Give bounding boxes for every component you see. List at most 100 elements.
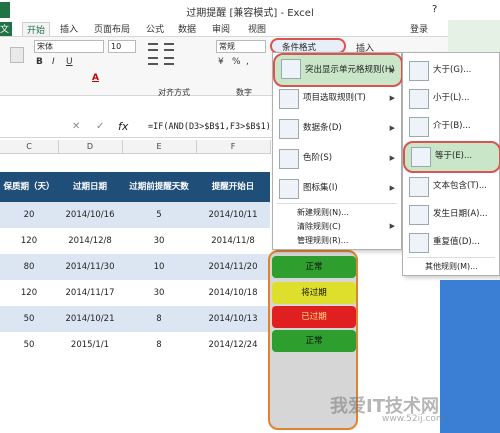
submenu-arrow-icon: ▶ — [389, 124, 395, 132]
currency-button[interactable]: ¥ — [218, 57, 224, 67]
tab-data[interactable]: 数据 — [178, 22, 196, 35]
submenu-item-between[interactable]: 介于(B)... — [403, 113, 499, 139]
table-cell[interactable]: 2014/10/18 — [196, 280, 270, 306]
conditional-formatting-menu: 突出显示单元格规则(H) ▶ 项目选取规则(T) ▶ 数据条(D) ▶ 色阶(S… — [272, 52, 403, 250]
table-cell[interactable]: 2014/10/21 — [58, 306, 122, 332]
table-cell[interactable]: 2014/11/8 — [196, 228, 270, 254]
login-link[interactable]: 登录 — [410, 22, 428, 35]
help-button[interactable]: ? — [432, 4, 437, 15]
submenu-item-less-than[interactable]: 小于(L)... — [403, 85, 499, 111]
submenu-item-equal-to[interactable]: 等于(E)... — [403, 141, 500, 173]
table-cell[interactable]: 20 — [0, 202, 58, 228]
tab-file[interactable]: 文件 — [0, 22, 12, 36]
menu-divider — [407, 257, 495, 258]
comma-button[interactable]: , — [246, 57, 249, 67]
table-cell[interactable]: 10 — [122, 254, 196, 280]
tab-view[interactable]: 视图 — [248, 22, 266, 35]
menu-item-highlight-rules[interactable]: 突出显示单元格规则(H) ▶ — [273, 53, 403, 87]
menu-item-data-bars[interactable]: 数据条(D) ▶ — [273, 115, 401, 141]
font-color-button[interactable]: A — [92, 73, 99, 83]
formula-input[interactable]: =IF(AND(D3>$B$1,F3>$B$1), — [148, 122, 276, 132]
bold-button[interactable]: B — [36, 57, 43, 67]
menu-item-label: 其他规则(M)... — [425, 262, 478, 271]
table-cell[interactable]: 2014/10/16 — [58, 202, 122, 228]
underline-button[interactable]: U — [66, 57, 73, 67]
ribbon-tabs: 文件 开始 插入 页面布局 公式 数据 审阅 视图 登录 — [0, 22, 500, 36]
font-value: 宋体 — [37, 42, 53, 51]
table-cell[interactable]: 30 — [122, 228, 196, 254]
tab-review[interactable]: 审阅 — [212, 22, 230, 35]
side-panel — [448, 20, 500, 52]
submenu-arrow-icon: ▶ — [389, 154, 395, 162]
menu-divider — [277, 203, 397, 204]
submenu-item-text-contains[interactable]: 文本包含(T)... — [403, 173, 499, 199]
cancel-icon[interactable]: ✕ — [72, 121, 80, 132]
table-header: 保质期（天） — [3, 182, 55, 192]
table-cell[interactable]: 2014/10/13 — [196, 306, 270, 332]
menu-item-label: 大于(G)... — [433, 65, 472, 75]
alignment-group-label: 对齐方式 — [158, 88, 190, 97]
menu-item-label: 小于(L)... — [433, 93, 470, 103]
menu-item-icon-sets[interactable]: 图标集(I) ▶ — [273, 175, 401, 201]
status-cell[interactable]: 将过期 — [272, 282, 356, 304]
table-cell[interactable]: 2014/11/17 — [58, 280, 122, 306]
table-cell[interactable]: 2014/12/24 — [196, 332, 270, 358]
table-cell[interactable]: 8 — [122, 332, 196, 358]
status-cell[interactable]: 已过期 — [272, 306, 356, 328]
table-row: 20 2014/10/16 5 2014/10/11 — [0, 202, 270, 228]
table-cell[interactable]: 8 — [122, 306, 196, 332]
table-cell[interactable]: 30 — [122, 280, 196, 306]
enter-icon[interactable]: ✓ — [96, 121, 104, 132]
align-top-icon[interactable] — [148, 43, 158, 51]
submenu-item-greater-than[interactable]: 大于(G)... — [403, 57, 499, 83]
menu-item-label: 项目选取规则(T) — [303, 93, 366, 103]
status-cell[interactable]: 正常 — [272, 256, 356, 278]
duplicate-values-icon — [409, 233, 429, 253]
tab-formulas[interactable]: 公式 — [146, 22, 164, 35]
table-cell[interactable]: 120 — [0, 280, 58, 306]
column-header[interactable]: E — [122, 140, 197, 154]
color-scales-icon — [279, 149, 299, 169]
table-cell[interactable]: 50 — [0, 332, 58, 358]
table-cell[interactable]: 2015/1/1 — [58, 332, 122, 358]
submenu-item-duplicate-values[interactable]: 重复值(D)... — [403, 229, 499, 255]
menu-item-label: 文本包含(T)... — [433, 181, 487, 191]
font-size-combo[interactable]: 10 — [108, 40, 136, 53]
insert-function-button[interactable]: fx — [118, 120, 128, 133]
window-title: 过期提醒 [兼容模式] - Excel — [186, 8, 314, 19]
column-header[interactable]: D — [58, 140, 123, 154]
tab-page-layout[interactable]: 页面布局 — [94, 22, 130, 35]
menu-item-manage-rules[interactable]: 管理规则(R)... — [273, 233, 401, 248]
table-cell[interactable]: 2014/12/8 — [58, 228, 122, 254]
font-combo[interactable]: 宋体 — [34, 40, 104, 53]
status-cell[interactable]: 正常 — [272, 330, 356, 352]
paste-icon[interactable] — [10, 47, 24, 63]
submenu-item-date-occurring[interactable]: 发生日期(A)... — [403, 201, 499, 227]
align-middle-icon[interactable] — [164, 43, 174, 51]
table-cell[interactable]: 2014/11/30 — [58, 254, 122, 280]
submenu-arrow-icon: ▶ — [389, 222, 395, 230]
tab-home[interactable]: 开始 — [22, 22, 51, 36]
alignment-buttons — [142, 41, 194, 85]
table-cell[interactable]: 5 — [122, 202, 196, 228]
menu-item-new-rule[interactable]: 新建规则(N)... — [273, 205, 401, 220]
menu-item-color-scales[interactable]: 色阶(S) ▶ — [273, 145, 401, 171]
table-cell[interactable]: 2014/10/11 — [196, 202, 270, 228]
tab-insert[interactable]: 插入 — [60, 22, 78, 35]
menu-item-label: 突出显示单元格规则(H) — [305, 65, 395, 75]
submenu-item-more-rules[interactable]: 其他规则(M)... — [403, 259, 499, 275]
table-cell[interactable]: 120 — [0, 228, 58, 254]
table-header: 过期前提醒天数 — [129, 182, 189, 192]
table-cell[interactable]: 2014/11/20 — [196, 254, 270, 280]
column-header[interactable]: C — [0, 140, 59, 154]
menu-item-clear-rules[interactable]: 清除规则(C) ▶ — [273, 219, 401, 234]
table-cell[interactable]: 50 — [0, 306, 58, 332]
align-left-icon[interactable] — [148, 57, 158, 65]
column-header[interactable]: F — [196, 140, 271, 154]
menu-item-top-bottom-rules[interactable]: 项目选取规则(T) ▶ — [273, 85, 401, 111]
percent-button[interactable]: % — [232, 57, 241, 67]
align-center-icon[interactable] — [164, 57, 174, 65]
italic-button[interactable]: I — [52, 57, 55, 67]
number-format-combo[interactable]: 常规 — [216, 40, 266, 53]
table-cell[interactable]: 80 — [0, 254, 58, 280]
